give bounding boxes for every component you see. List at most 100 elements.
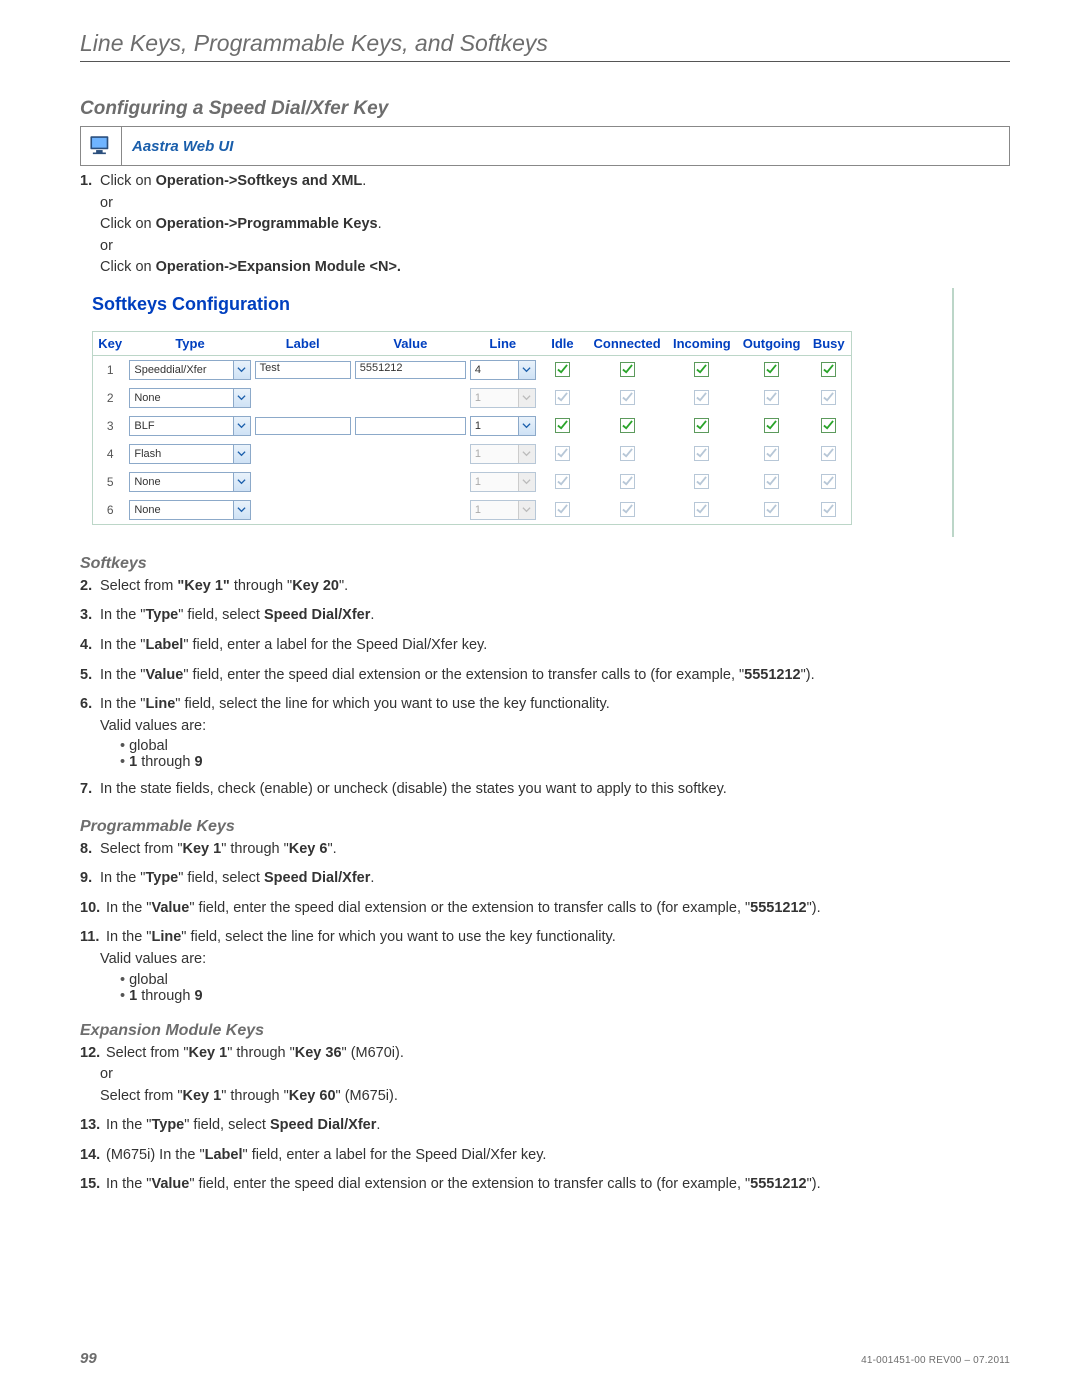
checkbox[interactable] — [555, 502, 570, 517]
checkbox[interactable] — [821, 390, 836, 405]
dropdown[interactable]: None — [129, 472, 250, 492]
chevron-down-icon — [518, 361, 535, 379]
chevron-down-icon — [233, 445, 250, 463]
section-title: Configuring a Speed Dial/Xfer Key — [80, 98, 1010, 120]
checkbox[interactable] — [555, 446, 570, 461]
checkbox[interactable] — [764, 474, 779, 489]
chevron-down-icon — [518, 417, 535, 435]
step-9: 9.In the "Type" field, select Speed Dial… — [80, 869, 1010, 889]
text-input[interactable] — [255, 417, 351, 435]
chevron-down-icon — [518, 445, 535, 463]
checkbox[interactable] — [694, 362, 709, 377]
checkbox[interactable] — [821, 418, 836, 433]
step-11: 11.In the "Line" field, select the line … — [80, 928, 1010, 948]
step-4: 4.In the "Label" field, enter a label fo… — [80, 636, 1010, 656]
step-15: 15.In the "Value" field, enter the speed… — [80, 1175, 1010, 1195]
text-input[interactable]: 5551212 — [355, 361, 466, 379]
checkbox[interactable] — [555, 390, 570, 405]
checkbox[interactable] — [764, 446, 779, 461]
checkbox[interactable] — [764, 418, 779, 433]
checkbox[interactable] — [555, 418, 570, 433]
page-number: 99 — [80, 1350, 97, 1367]
step-2: 2.Select from "Key 1" through "Key 20". — [80, 577, 1010, 597]
dropdown[interactable]: None — [129, 500, 250, 520]
checkbox[interactable] — [694, 390, 709, 405]
step-1: 1.Click on Operation->Softkeys and XML. … — [80, 172, 1010, 278]
chevron-down-icon — [233, 361, 250, 379]
step-6: 6.In the "Line" field, select the line f… — [80, 695, 1010, 715]
table-row: 6None1 — [93, 496, 852, 525]
col-connected: Connected — [587, 331, 667, 355]
checkbox[interactable] — [821, 362, 836, 377]
callout-bar: Aastra Web UI — [80, 126, 1010, 166]
checkbox[interactable] — [821, 474, 836, 489]
step-5: 5.In the "Value" field, enter the speed … — [80, 666, 1010, 686]
config-table: Key Type Label Value Line Idle Connected… — [92, 331, 852, 525]
dropdown[interactable]: Flash — [129, 444, 250, 464]
checkbox[interactable] — [620, 390, 635, 405]
dropdown[interactable]: 1 — [470, 416, 536, 436]
col-key: Key — [93, 331, 128, 355]
step-14: 14.(M675i) In the "Label" field, enter a… — [80, 1146, 1010, 1166]
chapter-title: Line Keys, Programmable Keys, and Softke… — [80, 30, 1010, 57]
checkbox[interactable] — [764, 390, 779, 405]
dropdown[interactable]: 1 — [470, 500, 536, 520]
checkbox[interactable] — [764, 502, 779, 517]
table-row: 2None1 — [93, 384, 852, 412]
checkbox[interactable] — [620, 474, 635, 489]
table-row: 4Flash1 — [93, 440, 852, 468]
chevron-down-icon — [518, 473, 535, 491]
checkbox[interactable] — [620, 502, 635, 517]
dropdown[interactable]: Speeddial/Xfer — [129, 360, 250, 380]
expmod-heading: Expansion Module Keys — [80, 1022, 1010, 1040]
step-10: 10.In the "Value" field, enter the speed… — [80, 899, 1010, 919]
checkbox[interactable] — [555, 362, 570, 377]
col-busy: Busy — [806, 331, 851, 355]
step-7: 7.In the state fields, check (enable) or… — [80, 780, 1010, 800]
col-value: Value — [353, 331, 468, 355]
checkbox[interactable] — [620, 362, 635, 377]
step-3: 3.In the "Type" field, select Speed Dial… — [80, 606, 1010, 626]
checkbox[interactable] — [694, 418, 709, 433]
table-row: 1Speeddial/XferTest55512124 — [93, 355, 852, 384]
checkbox[interactable] — [620, 418, 635, 433]
table-row: 5None1 — [93, 468, 852, 496]
checkbox[interactable] — [555, 474, 570, 489]
checkbox[interactable] — [620, 446, 635, 461]
chevron-down-icon — [233, 389, 250, 407]
col-line: Line — [468, 331, 538, 355]
checkbox[interactable] — [694, 502, 709, 517]
checkbox[interactable] — [821, 446, 836, 461]
doc-id: 41-001451-00 REV00 – 07.2011 — [861, 1355, 1010, 1366]
progkeys-heading: Programmable Keys — [80, 818, 1010, 836]
col-outgoing: Outgoing — [737, 331, 807, 355]
dropdown[interactable]: None — [129, 388, 250, 408]
chevron-down-icon — [518, 389, 535, 407]
table-row: 3BLF1 — [93, 412, 852, 440]
col-type: Type — [127, 331, 252, 355]
dropdown[interactable]: 1 — [470, 444, 536, 464]
rule — [80, 61, 1010, 62]
text-input[interactable] — [355, 417, 466, 435]
panel-title: Softkeys Configuration — [92, 294, 892, 315]
checkbox[interactable] — [694, 474, 709, 489]
chevron-down-icon — [233, 501, 250, 519]
softkeys-heading: Softkeys — [80, 555, 1010, 573]
checkbox[interactable] — [694, 446, 709, 461]
callout-label: Aastra Web UI — [122, 138, 233, 155]
step-8: 8.Select from "Key 1" through "Key 6". — [80, 840, 1010, 860]
chevron-down-icon — [233, 417, 250, 435]
col-idle: Idle — [538, 331, 588, 355]
chevron-down-icon — [233, 473, 250, 491]
text-input[interactable]: Test — [255, 361, 351, 379]
dropdown[interactable]: BLF — [129, 416, 250, 436]
footer: 99 41-001451-00 REV00 – 07.2011 — [80, 1350, 1010, 1367]
dropdown[interactable]: 1 — [470, 388, 536, 408]
dropdown[interactable]: 4 — [470, 360, 536, 380]
col-label: Label — [253, 331, 353, 355]
checkbox[interactable] — [764, 362, 779, 377]
checkbox[interactable] — [821, 502, 836, 517]
monitor-icon — [81, 127, 122, 165]
col-incoming: Incoming — [667, 331, 737, 355]
dropdown[interactable]: 1 — [470, 472, 536, 492]
